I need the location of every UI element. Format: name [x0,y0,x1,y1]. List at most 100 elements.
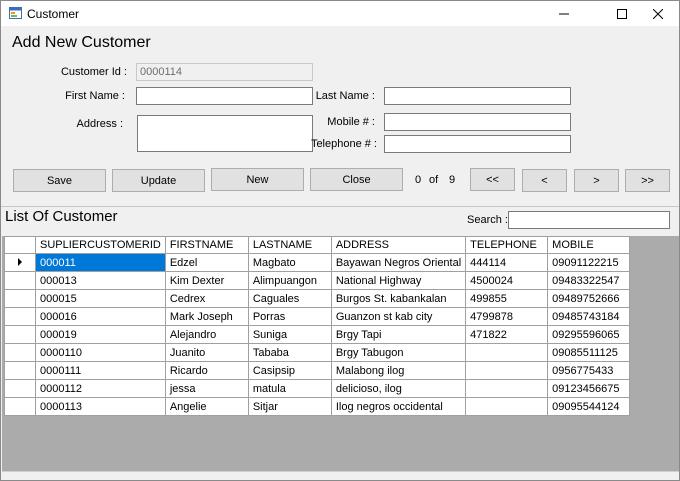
first-record-button[interactable]: << [470,168,515,191]
table-cell[interactable]: Ilog negros occidental [330,397,467,416]
row-header-cell[interactable] [4,325,36,344]
table-cell[interactable]: 0956775433 [547,361,631,380]
table-cell[interactable]: 0000111 [35,361,166,380]
row-header-cell[interactable] [4,253,36,272]
row-header-cell[interactable] [4,379,36,398]
column-header[interactable]: SUPLIERCUSTOMERID [35,236,166,254]
table-cell[interactable]: Ricardo [164,361,249,380]
table-cell[interactable]: Brgy Tapi [330,325,467,344]
table-cell[interactable]: Tababa [247,343,332,362]
table-cell[interactable]: 0000113 [35,397,166,416]
table-cell[interactable]: 000016 [35,307,166,326]
table-cell[interactable]: 09485743184 [547,307,631,326]
table-cell[interactable]: matula [247,379,332,398]
column-header[interactable]: MOBILE [547,236,631,254]
table-cell[interactable]: Burgos St. kabankalan [330,289,467,308]
table-row[interactable]: 000019 Alejandro Suniga Brgy Tapi 471822 0929… [4,325,631,344]
table-cell[interactable]: Caguales [247,289,332,308]
column-header[interactable]: TELEPHONE [465,236,549,254]
table-cell[interactable] [465,361,549,380]
table-row[interactable]: 0000112 jessa matula delicioso, ilog 0912345… [4,379,631,398]
close-button[interactable]: Close [310,168,403,191]
table-cell[interactable] [465,397,549,416]
next-record-button[interactable]: > [574,169,619,192]
table-cell[interactable]: Brgy Tabugon [330,343,467,362]
table-cell[interactable]: 09085511125 [547,343,631,362]
table-cell[interactable]: Mark Joseph [164,307,249,326]
table-cell[interactable]: 000011 [35,253,166,272]
table-cell[interactable]: Juanito [164,343,249,362]
table-cell[interactable]: 444114 [465,253,549,272]
table-row[interactable]: 000011 Edzel Magbato Bayawan Negros Orienta… [4,253,631,272]
table-row[interactable]: 0000113 Angelie Sitjar Ilog negros occident… [4,397,631,416]
table-cell[interactable]: 09489752666 [547,289,631,308]
telephone-field[interactable] [384,135,571,153]
telephone-label: Telephone # : [310,138,377,150]
table-cell[interactable]: 0000110 [35,343,166,362]
table-cell[interactable]: Alimpuangon [247,271,332,290]
table-cell[interactable]: 000019 [35,325,166,344]
search-input[interactable] [508,211,670,229]
table-cell[interactable]: 09483322547 [547,271,631,290]
close-window-button[interactable] [635,1,679,26]
table-cell[interactable]: 4500024 [465,271,549,290]
table-cell[interactable]: 09091122215 [547,253,631,272]
table-cell[interactable]: Casipsip [247,361,332,380]
row-header-cell[interactable] [4,343,36,362]
new-button[interactable]: New [211,168,304,191]
table-cell[interactable]: Guanzon st kab city [330,307,467,326]
table-cell[interactable]: Cedrex [164,289,249,308]
table-cell[interactable]: Malabong ilog [330,361,467,380]
table-row[interactable]: 000015 Cedrex Caguales Burgos St. kabankala… [4,289,631,308]
table-row[interactable]: 0000110 Juanito Tababa Brgy Tabugon 09085511… [4,343,631,362]
table-cell[interactable]: Alejandro [164,325,249,344]
pager-total: 9 [449,174,456,186]
table-cell[interactable]: 4799878 [465,307,549,326]
row-header-cell[interactable] [4,397,36,416]
last-record-button[interactable]: >> [625,169,670,192]
table-cell[interactable]: Bayawan Negros Oriental [330,253,467,272]
table-cell[interactable]: Magbato [247,253,332,272]
mobile-field[interactable] [384,113,571,131]
row-header-cell[interactable] [4,271,36,290]
column-header[interactable]: ADDRESS [330,236,467,254]
table-row[interactable]: 000016 Mark Joseph Porras Guanzon st kab ci… [4,307,631,326]
update-button[interactable]: Update [112,169,205,192]
table-cell[interactable]: Edzel [164,253,249,272]
row-header-cell[interactable] [4,361,36,380]
last-name-field[interactable] [384,87,571,105]
row-header-cell[interactable] [4,307,36,326]
table-cell[interactable]: Sitjar [247,397,332,416]
previous-record-button[interactable]: < [522,169,567,192]
table-cell[interactable] [465,343,549,362]
column-header[interactable]: FIRSTNAME [164,236,249,254]
table-cell[interactable] [465,379,549,398]
customer-grid[interactable]: SUPLIERCUSTOMERID FIRSTNAME LASTNAME ADD… [4,236,631,416]
save-button[interactable]: Save [13,169,106,192]
row-header-cell[interactable] [4,289,36,308]
table-cell[interactable]: Angelie [164,397,249,416]
table-cell[interactable]: Suniga [247,325,332,344]
table-cell[interactable]: 09123456675 [547,379,631,398]
app-form-icon [9,7,22,19]
table-cell[interactable]: jessa [164,379,249,398]
table-cell[interactable]: Kim Dexter [164,271,249,290]
table-row[interactable]: 0000111 Ricardo Casipsip Malabong ilog 09567… [4,361,631,380]
first-name-field[interactable] [136,87,313,105]
table-cell[interactable]: 471822 [465,325,549,344]
table-cell[interactable]: 000013 [35,271,166,290]
address-field[interactable] [137,115,313,152]
minimize-button[interactable] [541,1,587,26]
table-cell[interactable]: 000015 [35,289,166,308]
grid-corner-cell[interactable] [4,236,36,254]
table-cell[interactable]: Porras [247,307,332,326]
grid-header-row: SUPLIERCUSTOMERID FIRSTNAME LASTNAME ADD… [4,236,631,254]
column-header[interactable]: LASTNAME [247,236,332,254]
table-cell[interactable]: delicioso, ilog [330,379,467,398]
table-cell[interactable]: 0000112 [35,379,166,398]
table-cell[interactable]: National Highway [330,271,467,290]
table-cell[interactable]: 09095544124 [547,397,631,416]
table-cell[interactable]: 09295596065 [547,325,631,344]
table-cell[interactable]: 499855 [465,289,549,308]
table-row[interactable]: 000013 Kim Dexter Alimpuangon National High… [4,271,631,290]
